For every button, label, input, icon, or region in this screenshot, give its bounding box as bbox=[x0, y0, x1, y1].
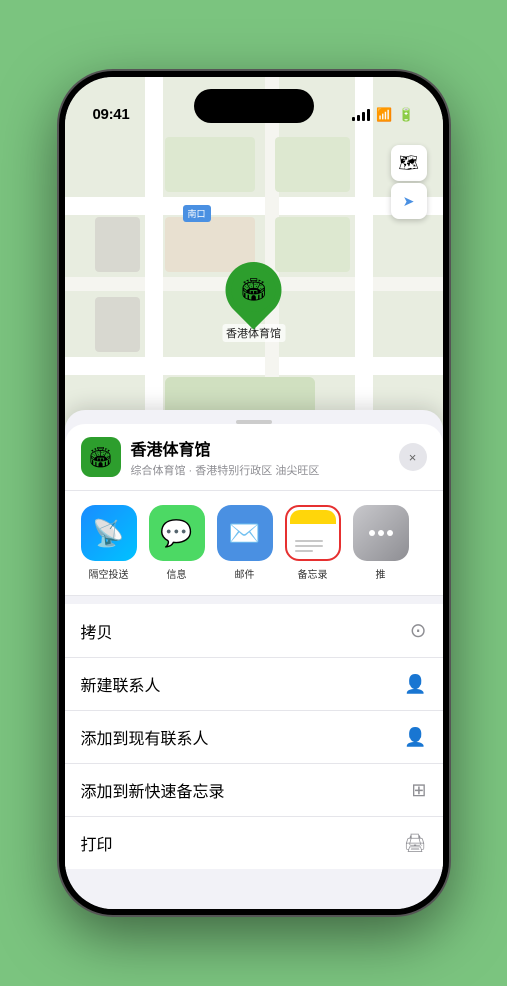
signal-icon bbox=[352, 109, 370, 121]
venue-info: 香港体育馆 综合体育馆 · 香港特别行政区 油尖旺区 bbox=[131, 436, 389, 478]
print-label: 打印 bbox=[81, 831, 113, 855]
share-more[interactable]: 推 bbox=[353, 505, 409, 581]
print-icon: 🖨 bbox=[404, 833, 427, 854]
add-notes-icon: ⊞ bbox=[411, 780, 426, 801]
location-icon: ➤ bbox=[403, 193, 415, 210]
share-mail[interactable]: ✉️ 邮件 bbox=[217, 505, 273, 581]
message-label: 信息 bbox=[167, 566, 187, 581]
add-contact-label: 添加到现有联系人 bbox=[81, 725, 209, 749]
action-add-notes[interactable]: 添加到新快速备忘录 ⊞ bbox=[65, 764, 443, 817]
venue-icon: 🏟 bbox=[81, 437, 121, 477]
status-icons: 📶 🔋 bbox=[352, 107, 414, 123]
action-print[interactable]: 打印 🖨 bbox=[65, 817, 443, 869]
map-type-button[interactable]: 🗺 bbox=[391, 145, 427, 181]
venue-name: 香港体育馆 bbox=[131, 436, 389, 460]
stadium-pin: 🏟 香港体育馆 bbox=[222, 262, 285, 342]
more-label: 推 bbox=[376, 566, 386, 581]
share-airdrop[interactable]: 📡 隔空投送 bbox=[81, 505, 137, 581]
map-label: 南口 bbox=[183, 205, 211, 222]
close-button[interactable]: × bbox=[399, 443, 427, 471]
status-time: 09:41 bbox=[93, 106, 130, 123]
airdrop-label: 隔空投送 bbox=[89, 566, 129, 581]
map-type-icon: 🗺 bbox=[398, 153, 418, 173]
share-message[interactable]: 💬 信息 bbox=[149, 505, 205, 581]
mail-icon: ✉️ bbox=[217, 505, 273, 561]
more-icon bbox=[353, 505, 409, 561]
airdrop-icon: 📡 bbox=[81, 505, 137, 561]
new-contact-label: 新建联系人 bbox=[81, 672, 161, 696]
location-button[interactable]: ➤ bbox=[391, 183, 427, 219]
stadium-icon: 🏟 bbox=[240, 277, 268, 303]
battery-icon: 🔋 bbox=[398, 107, 414, 123]
wifi-icon: 📶 bbox=[376, 107, 392, 123]
add-notes-label: 添加到新快速备忘录 bbox=[81, 778, 225, 802]
action-list: 拷贝 ⊙ 新建联系人 👤 添加到现有联系人 👤 添加到新快速备忘录 ⊞ 打印 bbox=[65, 604, 443, 869]
share-notes[interactable]: 备忘录 bbox=[285, 505, 341, 581]
map-controls: 🗺 ➤ bbox=[391, 145, 427, 219]
mail-label: 邮件 bbox=[235, 566, 255, 581]
action-copy[interactable]: 拷贝 ⊙ bbox=[65, 604, 443, 658]
message-icon: 💬 bbox=[149, 505, 205, 561]
venue-bar: 🏟 香港体育馆 综合体育馆 · 香港特别行政区 油尖旺区 × bbox=[65, 424, 443, 491]
venue-subtitle: 综合体育馆 · 香港特别行政区 油尖旺区 bbox=[131, 462, 389, 478]
action-new-contact[interactable]: 新建联系人 👤 bbox=[65, 658, 443, 711]
new-contact-icon: 👤 bbox=[404, 674, 426, 695]
notes-label: 备忘录 bbox=[298, 566, 328, 581]
copy-icon: ⊙ bbox=[410, 618, 427, 643]
share-row: 📡 隔空投送 💬 信息 ✉️ 邮件 bbox=[65, 491, 443, 596]
phone-frame: 南口 🏟 香港体育馆 🗺 ➤ bbox=[59, 71, 449, 915]
bottom-sheet: 🏟 香港体育馆 综合体育馆 · 香港特别行政区 油尖旺区 × 📡 隔空投送 bbox=[65, 410, 443, 909]
action-add-contact[interactable]: 添加到现有联系人 👤 bbox=[65, 711, 443, 764]
copy-label: 拷贝 bbox=[81, 619, 113, 643]
phone-screen: 南口 🏟 香港体育馆 🗺 ➤ bbox=[65, 77, 443, 909]
notes-icon bbox=[285, 505, 341, 561]
add-contact-icon: 👤 bbox=[404, 727, 426, 748]
dynamic-island bbox=[194, 89, 314, 123]
